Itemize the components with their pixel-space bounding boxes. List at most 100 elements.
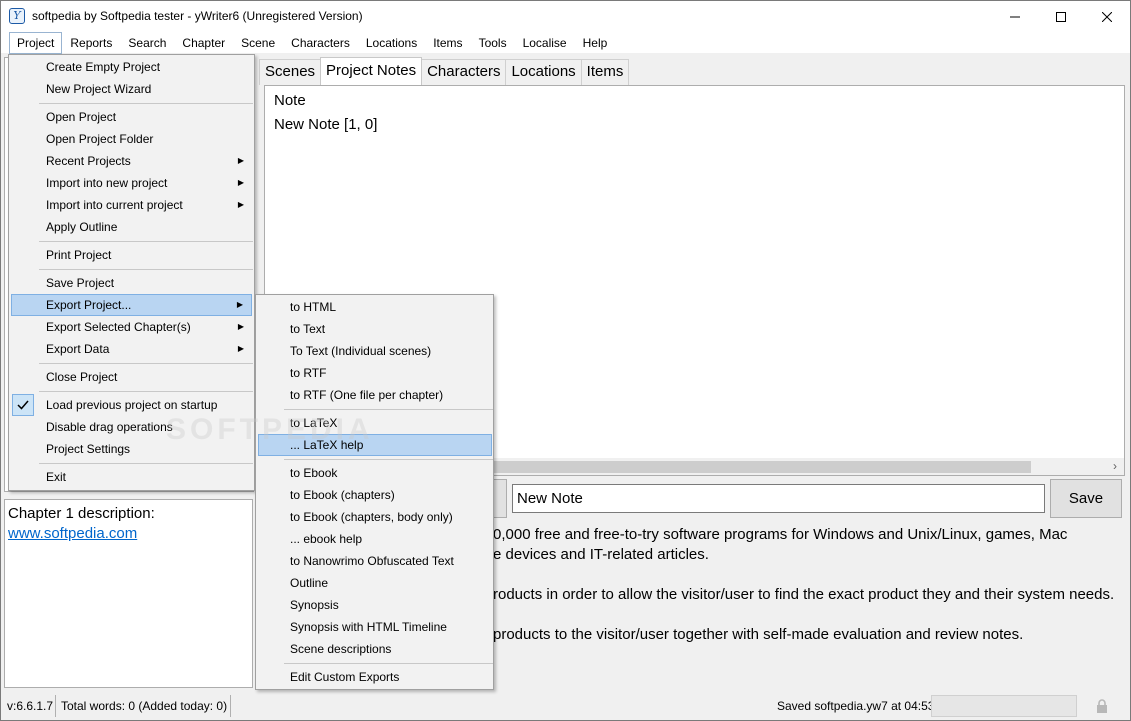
menu-item-export-selected-chapters[interactable]: Export Selected Chapter(s) ▶	[11, 316, 252, 338]
menu-item-label: Apply Outline	[46, 220, 118, 234]
status-separator	[55, 695, 56, 717]
submenu-item-scene-descriptions[interactable]: Scene descriptions	[258, 638, 492, 660]
window-title: softpedia by Softpedia tester - yWriter6…	[32, 9, 363, 23]
submenu-item-synopsis-timeline[interactable]: Synopsis with HTML Timeline	[258, 616, 492, 638]
scroll-right-icon[interactable]: ›	[1108, 458, 1122, 475]
menu-item-label: Open Project	[46, 110, 117, 124]
menu-item-label: Close Project	[46, 370, 118, 384]
submenu-item-to-latex[interactable]: to LaTeX	[258, 412, 492, 434]
tab-project-notes[interactable]: Project Notes	[320, 57, 423, 85]
menu-separator	[39, 269, 253, 270]
submenu-item-to-rtf[interactable]: to RTF	[258, 362, 492, 384]
tab-strip: Scenes Project Notes Characters Location…	[259, 57, 630, 85]
export-submenu: to HTML to Text To Text (Individual scen…	[255, 294, 494, 690]
tab-items[interactable]: Items	[580, 59, 630, 85]
status-word-count: Total words: 0 (Added today: 0)	[61, 699, 228, 713]
submenu-item-to-html[interactable]: to HTML	[258, 296, 492, 318]
menu-item-label: Project Settings	[46, 442, 131, 456]
menu-item-apply-outline[interactable]: Apply Outline	[11, 216, 252, 238]
menu-scene[interactable]: Scene	[233, 32, 283, 54]
chapter-description-label: Chapter 1 description:	[8, 505, 155, 522]
menu-item-label: Load previous project on startup	[46, 398, 218, 412]
menu-chapter[interactable]: Chapter	[174, 32, 233, 54]
submenu-item-latex-help[interactable]: ... LaTeX help	[258, 434, 492, 456]
menu-item-label: Print Project	[46, 248, 112, 262]
menu-item-label: Import into current project	[46, 198, 183, 212]
menu-separator	[39, 463, 253, 464]
menu-separator	[284, 459, 493, 460]
close-icon	[1102, 11, 1112, 22]
menu-item-label: Disable drag operations	[46, 420, 173, 434]
note-title-field[interactable]: New Note	[512, 484, 1045, 513]
menu-item-project-settings[interactable]: Project Settings	[11, 438, 252, 460]
submenu-item-to-text[interactable]: to Text	[258, 318, 492, 340]
status-version: v:6.6.1.7	[7, 699, 54, 713]
menu-item-export-project[interactable]: Export Project... ▶	[11, 294, 252, 316]
menu-item-label: Exit	[46, 470, 67, 484]
menu-separator	[39, 391, 253, 392]
submenu-item-synopsis[interactable]: Synopsis	[258, 594, 492, 616]
menu-item-label: Save Project	[46, 276, 115, 290]
status-saved: Saved softpedia.yw7 at 04:53	[777, 699, 935, 713]
menu-item-disable-drag[interactable]: Disable drag operations	[11, 416, 252, 438]
menu-item-create-empty-project[interactable]: Create Empty Project	[11, 56, 252, 78]
chapter-description-panel[interactable]: Chapter 1 description: www.softpedia.com	[4, 499, 253, 688]
menu-project[interactable]: Project	[9, 32, 63, 54]
maximize-icon	[1056, 11, 1066, 22]
menu-separator	[284, 663, 493, 664]
app-icon: Y	[9, 8, 25, 24]
menu-item-export-data[interactable]: Export Data ▶	[11, 338, 252, 360]
note-toolbar-button[interactable]	[493, 479, 507, 518]
submenu-item-nanowrimo[interactable]: to Nanowrimo Obfuscated Text	[258, 550, 492, 572]
tab-scenes[interactable]: Scenes	[259, 59, 322, 85]
submenu-item-to-ebook-chapters[interactable]: to Ebook (chapters)	[258, 484, 492, 506]
menu-item-save-project[interactable]: Save Project	[11, 272, 252, 294]
menu-characters[interactable]: Characters	[283, 32, 358, 54]
submenu-item-ebook-help[interactable]: ... ebook help	[258, 528, 492, 550]
save-button[interactable]: Save	[1050, 479, 1122, 518]
menu-search[interactable]: Search	[120, 32, 174, 54]
menu-reports[interactable]: Reports	[62, 32, 120, 54]
tab-characters[interactable]: Characters	[421, 59, 507, 85]
submenu-item-to-rtf-per-chapter[interactable]: to RTF (One file per chapter)	[258, 384, 492, 406]
tab-locations[interactable]: Locations	[505, 59, 582, 85]
maximize-button[interactable]	[1038, 1, 1084, 32]
close-button[interactable]	[1084, 1, 1130, 32]
menu-separator	[284, 409, 493, 410]
submenu-item-edit-custom-exports[interactable]: Edit Custom Exports	[258, 666, 492, 688]
menu-item-open-project-folder[interactable]: Open Project Folder	[11, 128, 252, 150]
menu-bar: Project Reports Search Chapter Scene Cha…	[1, 32, 1130, 54]
menu-help[interactable]: Help	[575, 32, 616, 54]
menu-item-print-project[interactable]: Print Project	[11, 244, 252, 266]
menu-locations[interactable]: Locations	[358, 32, 425, 54]
notes-column-header: Note	[274, 92, 306, 109]
menu-item-load-previous-project[interactable]: Load previous project on startup	[11, 394, 252, 416]
submenu-item-to-ebook[interactable]: to Ebook	[258, 462, 492, 484]
menu-localise[interactable]: Localise	[515, 32, 575, 54]
chapter-description-link[interactable]: www.softpedia.com	[8, 525, 137, 542]
menu-tools[interactable]: Tools	[471, 32, 515, 54]
note-body-line: roducts in order to allow the visitor/us…	[493, 586, 1115, 603]
submenu-arrow-icon: ▶	[236, 300, 243, 309]
submenu-item-to-ebook-body-only[interactable]: to Ebook (chapters, body only)	[258, 506, 492, 528]
menu-items[interactable]: Items	[425, 32, 470, 54]
menu-item-exit[interactable]: Exit	[11, 466, 252, 488]
menu-item-label: Export Data	[46, 342, 110, 356]
status-separator	[230, 695, 231, 717]
menu-item-close-project[interactable]: Close Project	[11, 366, 252, 388]
lock-icon	[1097, 699, 1107, 713]
menu-item-new-project-wizard[interactable]: New Project Wizard	[11, 78, 252, 100]
submenu-arrow-icon: ▶	[237, 156, 244, 165]
note-body-line: products to the visitor/user together wi…	[493, 626, 1024, 643]
menu-item-recent-projects[interactable]: Recent Projects ▶	[11, 150, 252, 172]
menu-item-open-project[interactable]: Open Project	[11, 106, 252, 128]
submenu-item-outline[interactable]: Outline	[258, 572, 492, 594]
menu-separator	[39, 363, 253, 364]
minimize-button[interactable]	[992, 1, 1038, 32]
status-bar: v:6.6.1.7 Total words: 0 (Added today: 0…	[1, 691, 1130, 720]
menu-item-import-current-project[interactable]: Import into current project ▶	[11, 194, 252, 216]
submenu-item-to-text-individual[interactable]: To Text (Individual scenes)	[258, 340, 492, 362]
list-item[interactable]: New Note [1, 0]	[274, 116, 377, 133]
app-window: Y softpedia by Softpedia tester - yWrite…	[0, 0, 1131, 721]
menu-item-import-new-project[interactable]: Import into new project ▶	[11, 172, 252, 194]
